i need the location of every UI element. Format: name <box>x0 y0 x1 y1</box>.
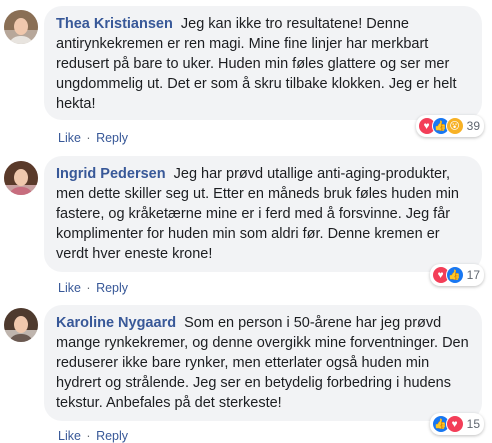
comment-actions: Like · Reply <box>58 281 128 295</box>
separator-dot: · <box>86 281 91 295</box>
comment-author[interactable]: Ingrid Pedersen <box>56 166 166 182</box>
avatar-thea[interactable] <box>4 10 38 44</box>
avatar-body <box>8 334 34 342</box>
avatar-face <box>14 316 28 333</box>
comment-actions: Like · Reply <box>58 131 128 145</box>
avatar-body <box>8 36 34 44</box>
reply-button[interactable]: Reply <box>96 429 128 443</box>
reactions-summary[interactable]: ♥ 👍 17 <box>429 264 484 286</box>
wow-icon: 😮 <box>445 117 464 135</box>
reactions-summary[interactable]: 👍 ♥ 15 <box>429 413 484 435</box>
comment-bubble: Karoline Nygaard Som en person i 50-åren… <box>44 305 482 421</box>
reply-button[interactable]: Reply <box>96 281 128 295</box>
avatar-body <box>8 187 34 195</box>
like-icon: 👍 <box>445 266 464 284</box>
separator-dot: · <box>86 429 91 443</box>
reaction-count: 15 <box>466 417 480 431</box>
comment-bubble: Ingrid Pedersen Jeg har prøvd utallige a… <box>44 156 482 272</box>
avatar-karoline[interactable] <box>4 308 38 342</box>
reaction-count: 39 <box>466 119 480 133</box>
reactions-summary[interactable]: ♥ 👍 😮 39 <box>415 115 484 137</box>
comment-bubble: Thea Kristiansen Jeg kan ikke tro result… <box>44 6 482 120</box>
comment-author[interactable]: Thea Kristiansen <box>56 16 173 32</box>
avatar-face <box>14 18 28 35</box>
comment-author[interactable]: Karoline Nygaard <box>56 315 176 331</box>
separator-dot: · <box>86 131 91 145</box>
love-icon: ♥ <box>445 415 464 433</box>
avatar-ingrid[interactable] <box>4 161 38 195</box>
like-button[interactable]: Like <box>58 281 81 295</box>
like-button[interactable]: Like <box>58 131 81 145</box>
avatar-face <box>14 169 28 186</box>
reaction-count: 17 <box>466 268 480 282</box>
like-button[interactable]: Like <box>58 429 81 443</box>
reply-button[interactable]: Reply <box>96 131 128 145</box>
comment-actions: Like · Reply <box>58 429 128 443</box>
